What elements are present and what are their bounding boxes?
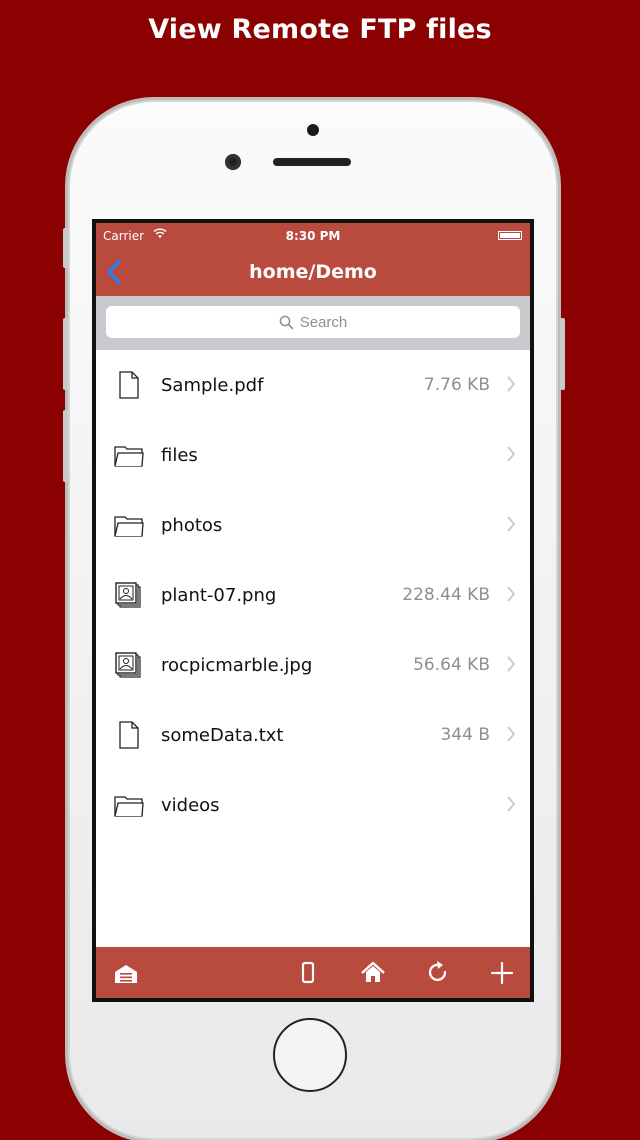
image-icon	[115, 652, 141, 678]
file-size: 228.44 KB	[402, 585, 490, 605]
chevron-right-icon	[507, 516, 516, 532]
folder-icon	[114, 796, 144, 817]
status-bar: Carrier 8:30 PM	[96, 223, 530, 247]
file-list: Sample.pdf 7.76 KB files photos plant-07…	[96, 350, 530, 840]
chevron-right-icon	[507, 656, 516, 672]
file-icon	[119, 721, 139, 749]
bottom-toolbar	[96, 947, 530, 998]
add-icon[interactable]	[488, 959, 516, 987]
image-icon	[115, 582, 141, 608]
earpiece-speaker	[273, 158, 351, 166]
volume-up-button	[63, 318, 68, 390]
file-size: 344 B	[440, 725, 490, 745]
search-input[interactable]: Search	[106, 306, 520, 338]
front-camera	[225, 154, 241, 170]
file-name: someData.txt	[161, 725, 284, 746]
file-name: photos	[161, 515, 223, 536]
file-row[interactable]: someData.txt 344 B	[96, 700, 530, 770]
file-row[interactable]: Sample.pdf 7.76 KB	[96, 350, 530, 420]
file-name: rocpicmarble.jpg	[161, 655, 313, 676]
folder-icon	[114, 516, 144, 537]
page-title: home/Demo	[249, 261, 377, 283]
search-icon	[279, 315, 294, 329]
file-name: plant-07.png	[161, 585, 277, 606]
refresh-icon[interactable]	[424, 959, 452, 987]
chevron-right-icon	[507, 726, 516, 742]
chevron-right-icon	[507, 376, 516, 392]
file-name: Sample.pdf	[161, 375, 264, 396]
file-size: 56.64 KB	[413, 655, 490, 675]
file-row[interactable]: plant-07.png 228.44 KB	[96, 560, 530, 630]
home-button[interactable]	[273, 1018, 347, 1092]
file-name: files	[161, 445, 198, 466]
mute-switch	[63, 228, 68, 268]
file-row[interactable]: rocpicmarble.jpg 56.64 KB	[96, 630, 530, 700]
chevron-right-icon	[507, 796, 516, 812]
phone-screen: Carrier 8:30 PM home/Demo Search Sample.…	[92, 219, 534, 1002]
power-button	[560, 318, 565, 390]
proximity-sensor	[307, 124, 319, 136]
folder-icon	[114, 446, 144, 467]
search-bar: Search	[96, 296, 530, 350]
home-icon[interactable]	[359, 959, 387, 987]
chevron-right-icon	[507, 446, 516, 462]
file-icon	[119, 371, 139, 399]
volume-down-button	[63, 410, 68, 482]
server-icon[interactable]	[112, 959, 140, 987]
navigation-bar: Carrier 8:30 PM home/Demo	[96, 223, 530, 296]
file-name: videos	[161, 795, 220, 816]
file-row[interactable]: videos	[96, 770, 530, 840]
battery-icon	[498, 231, 522, 240]
chevron-right-icon	[507, 586, 516, 602]
headline: View Remote FTP files	[148, 14, 492, 45]
file-row[interactable]: files	[96, 420, 530, 490]
file-row[interactable]: photos	[96, 490, 530, 560]
status-time: 8:30 PM	[285, 229, 341, 243]
file-size: 7.76 KB	[423, 375, 490, 395]
phone-device-icon[interactable]	[294, 959, 322, 987]
search-placeholder: Search	[299, 313, 348, 331]
